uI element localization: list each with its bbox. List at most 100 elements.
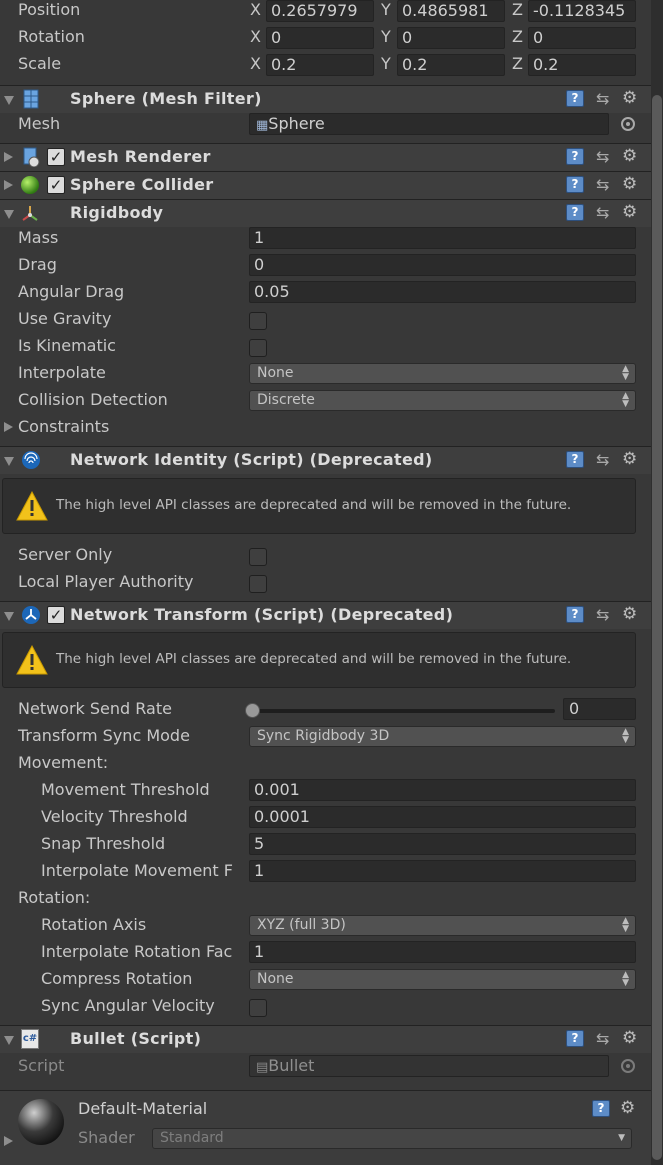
interpolate-movement-field[interactable]: 1 (249, 860, 636, 882)
network-identity-header[interactable]: Network Identity (Script) (Deprecated) ?… (0, 446, 663, 474)
foldout-closed-icon[interactable] (4, 180, 13, 190)
gear-icon[interactable]: ⚙ (622, 1029, 644, 1047)
preset-icon[interactable]: ⇆ (596, 91, 612, 107)
snap-threshold-field[interactable]: 5 (249, 833, 636, 855)
material-name: Default-Material (78, 1099, 208, 1118)
help-icon[interactable]: ? (566, 1030, 584, 1047)
gear-icon[interactable]: ⚙ (622, 605, 644, 623)
warning-text: The high level API classes are deprecate… (56, 651, 572, 667)
sync-angular-velocity-checkbox[interactable] (249, 999, 267, 1017)
network-transform-header[interactable]: ✓ Network Transform (Script) (Deprecated… (0, 601, 663, 629)
rotation-z-axis[interactable]: Z (512, 27, 523, 47)
transform-sync-mode-value: Sync Rigidbody 3D (257, 728, 390, 744)
help-icon[interactable]: ? (592, 1100, 610, 1117)
transform-sync-mode-dropdown[interactable]: Sync Rigidbody 3D ▲ ▼ (249, 726, 636, 747)
dropdown-arrow-icon: ▲ ▼ (622, 364, 629, 382)
rotation-y-axis[interactable]: Y (381, 27, 391, 47)
preset-icon[interactable]: ⇆ (596, 452, 612, 468)
drag-field[interactable]: 0 (249, 254, 636, 276)
rotation-axis-dropdown[interactable]: XYZ (full 3D) ▲ ▼ (249, 915, 636, 936)
sphere-collider-header[interactable]: ✓ Sphere Collider ? ⇆ ⚙ (0, 171, 663, 199)
gear-icon[interactable]: ⚙ (622, 203, 644, 221)
position-z-axis[interactable]: Z (512, 0, 523, 20)
send-rate-slider-track[interactable] (253, 709, 555, 713)
position-x-field[interactable]: 0.2657979 (266, 0, 374, 22)
shader-dropdown[interactable]: Standard ▼ (152, 1128, 632, 1149)
scale-y-field[interactable]: 0.2 (397, 54, 505, 76)
help-icon[interactable]: ? (566, 176, 584, 193)
rotation-y-field[interactable]: 0 (397, 27, 505, 49)
gear-icon[interactable]: ⚙ (620, 1099, 642, 1117)
foldout-open-icon[interactable] (4, 457, 14, 466)
help-icon[interactable]: ? (566, 204, 584, 221)
velocity-threshold-field[interactable]: 0.0001 (249, 806, 636, 828)
gear-icon[interactable]: ⚙ (622, 175, 644, 193)
send-rate-field[interactable]: 0 (563, 698, 636, 720)
foldout-open-icon[interactable] (4, 210, 14, 219)
material-foldout-icon[interactable] (4, 1136, 13, 1146)
compress-rotation-label: Compress Rotation (41, 969, 193, 988)
network-transform-icon (22, 606, 40, 624)
scale-z-field[interactable]: 0.2 (528, 54, 636, 76)
scrollbar-thumb[interactable] (652, 95, 662, 1160)
foldout-closed-icon[interactable] (4, 152, 13, 162)
dropdown-arrow-icon: ▲ ▼ (622, 391, 629, 409)
rigidbody-header[interactable]: Rigidbody ? ⇆ ⚙ (0, 199, 663, 227)
foldout-open-icon[interactable] (4, 612, 14, 621)
rotation-x-axis[interactable]: X (250, 27, 261, 47)
use-gravity-checkbox[interactable] (249, 312, 267, 330)
rotation-x-field[interactable]: 0 (266, 27, 374, 49)
preset-icon[interactable]: ⇆ (596, 149, 612, 165)
preset-icon[interactable]: ⇆ (596, 1031, 612, 1047)
compress-rotation-dropdown[interactable]: None ▲ ▼ (249, 969, 636, 990)
interpolate-rotation-field[interactable]: 1 (249, 941, 636, 963)
constraints-foldout-icon[interactable] (4, 422, 13, 432)
foldout-open-icon[interactable] (4, 1036, 14, 1045)
gear-icon[interactable]: ⚙ (622, 450, 644, 468)
network-transform-enabled-checkbox[interactable]: ✓ (47, 606, 65, 624)
help-icon[interactable]: ? (566, 606, 584, 623)
server-only-checkbox[interactable] (249, 548, 267, 566)
shader-value: Standard (160, 1130, 224, 1146)
collision-detection-label: Collision Detection (18, 390, 168, 409)
bullet-script-header[interactable]: c# Bullet (Script) ? ⇆ ⚙ (0, 1025, 663, 1053)
inspector-scrollbar[interactable] (651, 0, 663, 1165)
angular-drag-field[interactable]: 0.05 (249, 281, 636, 303)
help-icon[interactable]: ? (566, 148, 584, 165)
mass-field[interactable]: 1 (249, 227, 636, 249)
object-picker-icon[interactable] (621, 117, 635, 131)
preset-icon[interactable]: ⇆ (596, 205, 612, 221)
gear-icon[interactable]: ⚙ (622, 89, 644, 107)
send-rate-slider-thumb[interactable] (245, 703, 260, 718)
collision-detection-dropdown[interactable]: Discrete ▲ ▼ (249, 390, 636, 411)
mesh-renderer-title: Mesh Renderer (70, 147, 211, 166)
position-x-axis[interactable]: X (250, 0, 261, 20)
movement-threshold-field[interactable]: 0.001 (249, 779, 636, 801)
scale-x-axis[interactable]: X (250, 54, 261, 74)
transform-sync-mode-label: Transform Sync Mode (18, 726, 190, 745)
help-icon[interactable]: ? (566, 451, 584, 468)
mesh-renderer-enabled-checkbox[interactable]: ✓ (47, 148, 65, 166)
sphere-collider-enabled-checkbox[interactable]: ✓ (47, 176, 65, 194)
foldout-open-icon[interactable] (4, 96, 14, 105)
rotation-z-field[interactable]: 0 (528, 27, 636, 49)
scale-z-axis[interactable]: Z (512, 54, 523, 74)
preset-icon[interactable]: ⇆ (596, 607, 612, 623)
is-kinematic-checkbox[interactable] (249, 339, 267, 357)
mesh-renderer-header[interactable]: ✓ Mesh Renderer ? ⇆ ⚙ (0, 143, 663, 171)
position-z-field[interactable]: -0.1128345 (528, 0, 636, 22)
gear-icon[interactable]: ⚙ (622, 147, 644, 165)
object-picker-icon[interactable] (621, 1059, 635, 1073)
local-player-authority-checkbox[interactable] (249, 575, 267, 593)
position-y-axis[interactable]: Y (381, 0, 391, 20)
position-y-field[interactable]: 0.4865981 (397, 0, 505, 22)
interpolate-dropdown[interactable]: None ▲ ▼ (249, 363, 636, 384)
scale-x-field[interactable]: 0.2 (266, 54, 374, 76)
mesh-field[interactable]: ▦Sphere (249, 113, 609, 135)
preset-icon[interactable]: ⇆ (596, 177, 612, 193)
scale-y-axis[interactable]: Y (381, 54, 391, 74)
mesh-filter-header[interactable]: Sphere (Mesh Filter) ? ⇆ ⚙ (0, 85, 663, 113)
script-asset-icon: ▤ (256, 1060, 269, 1075)
help-icon[interactable]: ? (566, 90, 584, 107)
constraints-label[interactable]: Constraints (18, 417, 109, 437)
